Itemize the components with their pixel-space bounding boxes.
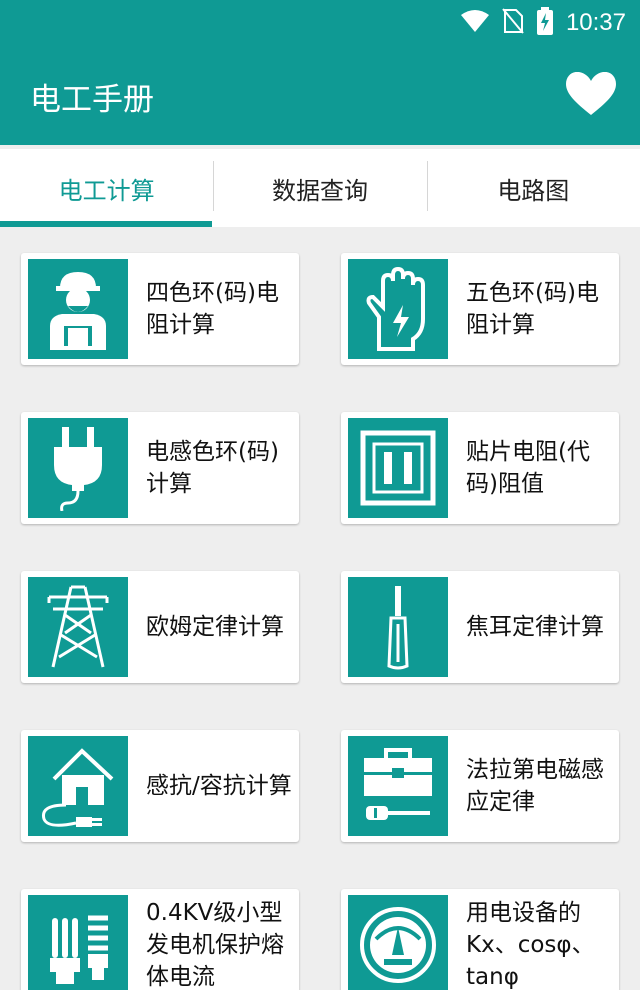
card-label: 电感色环(码)计算 — [146, 439, 279, 497]
card-label: 贴片电阻(代码)阻值 — [466, 439, 590, 497]
wifi-icon — [460, 9, 490, 37]
battery-charging-icon — [536, 7, 554, 39]
tab-data-query[interactable]: 数据查询 — [213, 149, 426, 227]
clock: 10:37 — [565, 9, 626, 36]
card-label: 焦耳定律计算 — [466, 614, 604, 640]
screwdriver-icon — [348, 577, 448, 677]
tab-circuit-diagram[interactable]: 电路图 — [426, 149, 640, 227]
active-tab-indicator — [0, 221, 212, 227]
card-label: 感抗/容抗计算 — [146, 773, 292, 799]
card-label: 五色环(码)电阻计算 — [466, 280, 599, 338]
insulated-glove-icon — [348, 259, 448, 359]
card-label: 法拉第电磁感应定律 — [466, 757, 604, 815]
favorite-heart-icon[interactable] — [566, 71, 616, 120]
card-joules-law[interactable]: 焦耳定律计算 — [341, 571, 619, 683]
card-five-band-resistor[interactable]: 五色环(码)电阻计算 — [341, 253, 619, 365]
smd-resistor-icon — [348, 418, 448, 518]
transmission-tower-icon — [28, 577, 128, 677]
power-plug-icon — [28, 418, 128, 518]
card-reactance-calc[interactable]: 感抗/容抗计算 — [21, 730, 299, 842]
card-label: 欧姆定律计算 — [146, 614, 284, 640]
toolbox-icon — [348, 736, 448, 836]
card-equipment-coefficients[interactable]: 用电设备的Kx、cosφ、tanφ — [341, 889, 619, 990]
cfl-bulbs-icon — [28, 895, 128, 990]
card-four-band-resistor[interactable]: 四色环(码)电阻计算 — [21, 253, 299, 365]
app-title: 电工手册 — [30, 82, 154, 118]
meter-gauge-icon — [348, 895, 448, 990]
status-bar: 10:37 — [460, 7, 626, 39]
card-generator-fuse-current[interactable]: 0.4KV级小型发电机保护熔体电流 — [21, 889, 299, 990]
card-label: 0.4KV级小型发电机保护熔体电流 — [146, 900, 284, 990]
tab-bar: 电工计算 数据查询 电路图 — [0, 149, 640, 227]
card-smd-resistor[interactable]: 贴片电阻(代码)阻值 — [341, 412, 619, 524]
card-ohms-law[interactable]: 欧姆定律计算 — [21, 571, 299, 683]
worker-icon — [28, 259, 128, 359]
card-label: 用电设备的Kx、cosφ、tanφ — [466, 900, 595, 990]
house-plug-icon — [28, 736, 128, 836]
no-sim-icon — [502, 8, 524, 38]
card-label: 四色环(码)电阻计算 — [146, 280, 279, 338]
card-faraday-law[interactable]: 法拉第电磁感应定律 — [341, 730, 619, 842]
card-inductor-color-code[interactable]: 电感色环(码)计算 — [21, 412, 299, 524]
tab-electrical-calc[interactable]: 电工计算 — [0, 149, 213, 227]
app-bar: 10:37 电工手册 — [0, 0, 640, 145]
